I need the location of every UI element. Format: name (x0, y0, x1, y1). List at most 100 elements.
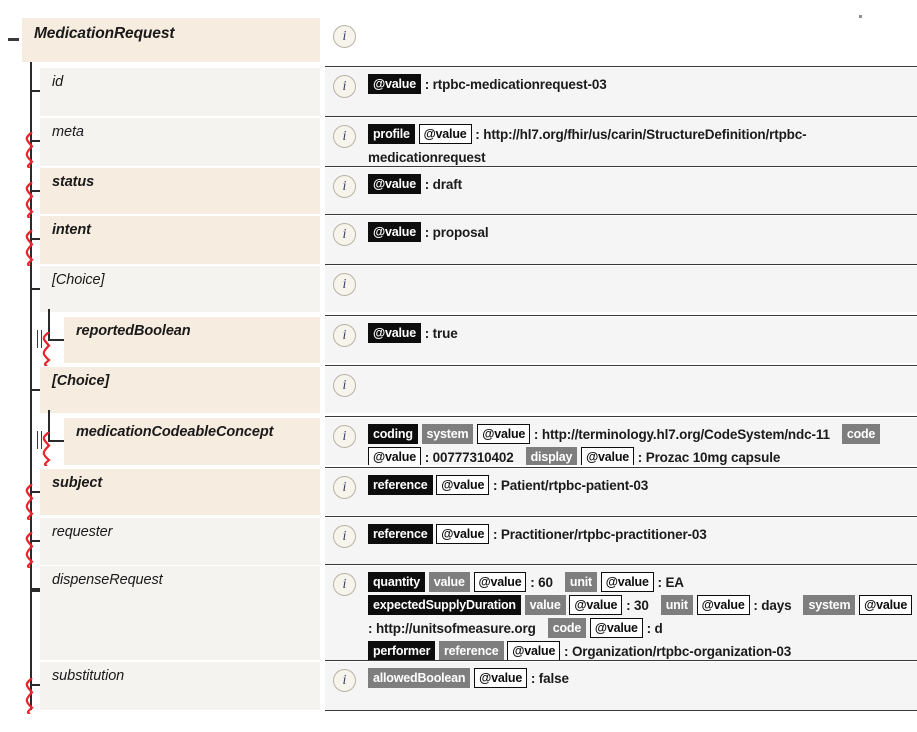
info-icon-glyph: i (342, 577, 347, 592)
value-badge-reference: reference (368, 524, 433, 544)
value-badge-value: @value (589, 618, 643, 638)
info-icon-glyph: i (342, 673, 347, 688)
tree-row: [Choice] i (0, 266, 917, 312)
repeat-cardinality-marker (25, 484, 34, 520)
value-text: : false (530, 671, 569, 686)
row-value-cell: i (325, 18, 917, 62)
value-badge-value: @value (859, 595, 913, 615)
info-icon[interactable]: i (333, 273, 356, 296)
value-badge-allowedBoolean: allowedBoolean (368, 668, 471, 688)
info-icon[interactable]: i (333, 425, 356, 448)
value-row-divider (325, 214, 917, 215)
repeat-cardinality-marker (25, 230, 34, 266)
info-icon[interactable]: i (333, 25, 356, 48)
info-icon[interactable]: i (333, 669, 356, 692)
element-name-label: reportedBoolean (76, 323, 191, 339)
element-name-label: subject (52, 475, 103, 491)
tree-row: dispenseRequest i quantity value @value : … (0, 566, 917, 660)
value-badge-value: @value (368, 447, 421, 465)
value-badge-value: value (428, 572, 470, 592)
value-badge-quantity: quantity (368, 572, 426, 592)
value-badge-reference: reference (368, 475, 433, 495)
tree-row: substitution i allowedBoolean @value : fal… (0, 662, 917, 710)
element-name-label: requester (52, 524, 113, 540)
value-badge-code: code (547, 618, 587, 638)
value-row-divider (325, 416, 917, 417)
row-value-cell: i allowedBoolean @value : false (325, 662, 917, 710)
value-badge-value: @value (436, 475, 490, 495)
info-icon-glyph: i (342, 277, 347, 292)
value-row-divider (325, 564, 917, 565)
info-icon-glyph: i (342, 378, 347, 393)
row-value-cell: i @value : proposal (325, 216, 917, 264)
value-badge-reference: reference (439, 641, 504, 660)
row-value-cell: i @value : draft (325, 168, 917, 214)
value-badge-value: @value (696, 595, 750, 615)
row-value-cell: i coding system @value : http://terminolo… (325, 418, 917, 465)
value-text: : 30 (626, 598, 649, 613)
resource-type-label: MedicationRequest (34, 25, 175, 42)
row-name-cell[interactable]: requester (40, 518, 320, 565)
info-icon[interactable]: i (333, 75, 356, 98)
info-icon[interactable]: i (333, 525, 356, 548)
value-text: : 00777310402 (424, 450, 514, 465)
value-row-divider (325, 166, 917, 167)
repeat-cardinality-marker (25, 132, 34, 168)
tree-row: intent i @value : proposal (0, 216, 917, 264)
value-row-divider (325, 467, 917, 468)
info-icon-glyph: i (342, 480, 347, 495)
value-badge-value: @value (368, 323, 421, 343)
repeat-cardinality-marker (25, 678, 34, 714)
tree-connector (30, 389, 40, 391)
value-badge-value: @value (473, 572, 527, 592)
value-text: : http://unitsofmeasure.org (368, 621, 536, 636)
value-content: @value : rtpbc-medicationrequest-03 (368, 73, 913, 96)
info-icon[interactable]: i (333, 223, 356, 246)
row-name-cell[interactable]: reportedBoolean (64, 317, 320, 363)
info-icon[interactable]: i (333, 476, 356, 499)
row-value-cell: i (325, 367, 917, 413)
row-name-cell[interactable]: status (40, 168, 320, 214)
info-icon[interactable]: i (333, 175, 356, 198)
cursor-artifact-dot (859, 15, 862, 18)
tree-connector (30, 588, 40, 592)
info-icon[interactable]: i (333, 324, 356, 347)
value-row-divider (325, 660, 917, 661)
info-icon[interactable]: i (333, 573, 356, 596)
value-text: : draft (424, 177, 462, 192)
value-badge-value: @value (368, 222, 421, 242)
element-name-label: medicationCodeableConcept (76, 424, 274, 440)
row-name-cell[interactable]: intent (40, 216, 320, 264)
row-name-cell[interactable]: id (40, 68, 320, 116)
collapse-toggle-icon[interactable] (8, 38, 19, 41)
value-text: : Organization/rtpbc-organization-03 (564, 644, 792, 659)
value-text: : Prozac 10mg capsule (637, 450, 781, 465)
info-icon-glyph: i (342, 227, 347, 242)
element-name-label: status (52, 174, 95, 190)
element-name-label: intent (52, 222, 91, 238)
element-name-label: dispenseRequest (52, 572, 163, 588)
element-name-label: [Choice] (52, 272, 105, 288)
row-name-cell[interactable]: substitution (40, 662, 320, 710)
row-value-cell: i @value : true (325, 317, 917, 363)
value-badge-display: display (525, 447, 578, 465)
row-name-cell[interactable]: [Choice] (40, 367, 320, 413)
row-name-cell[interactable]: medicationCodeableConcept (64, 418, 320, 465)
row-name-cell[interactable]: dispenseRequest (40, 566, 320, 660)
info-icon-glyph: i (342, 29, 347, 44)
tree-row: medicationCodeableConcept i coding system … (0, 418, 917, 465)
value-badge-coding: coding (368, 424, 418, 444)
row-name-cell[interactable]: subject (40, 469, 320, 515)
value-badge-code: code (841, 424, 881, 444)
value-text: : proposal (424, 225, 489, 240)
info-icon-glyph: i (342, 79, 347, 94)
info-icon[interactable]: i (333, 374, 356, 397)
row-name-cell[interactable]: [Choice] (40, 266, 320, 312)
value-badge-value: @value (474, 668, 528, 688)
tree-row: requester i reference @value : Practitione… (0, 518, 917, 565)
tree-row: id i @value : rtpbc-medicationrequest-03 (0, 68, 917, 116)
row-name-cell[interactable]: MedicationRequest (22, 18, 320, 62)
row-name-cell[interactable]: meta (40, 118, 320, 166)
tree-row: meta i profile @value : http://hl7.org/fhi… (0, 118, 917, 166)
info-icon[interactable]: i (333, 125, 356, 148)
